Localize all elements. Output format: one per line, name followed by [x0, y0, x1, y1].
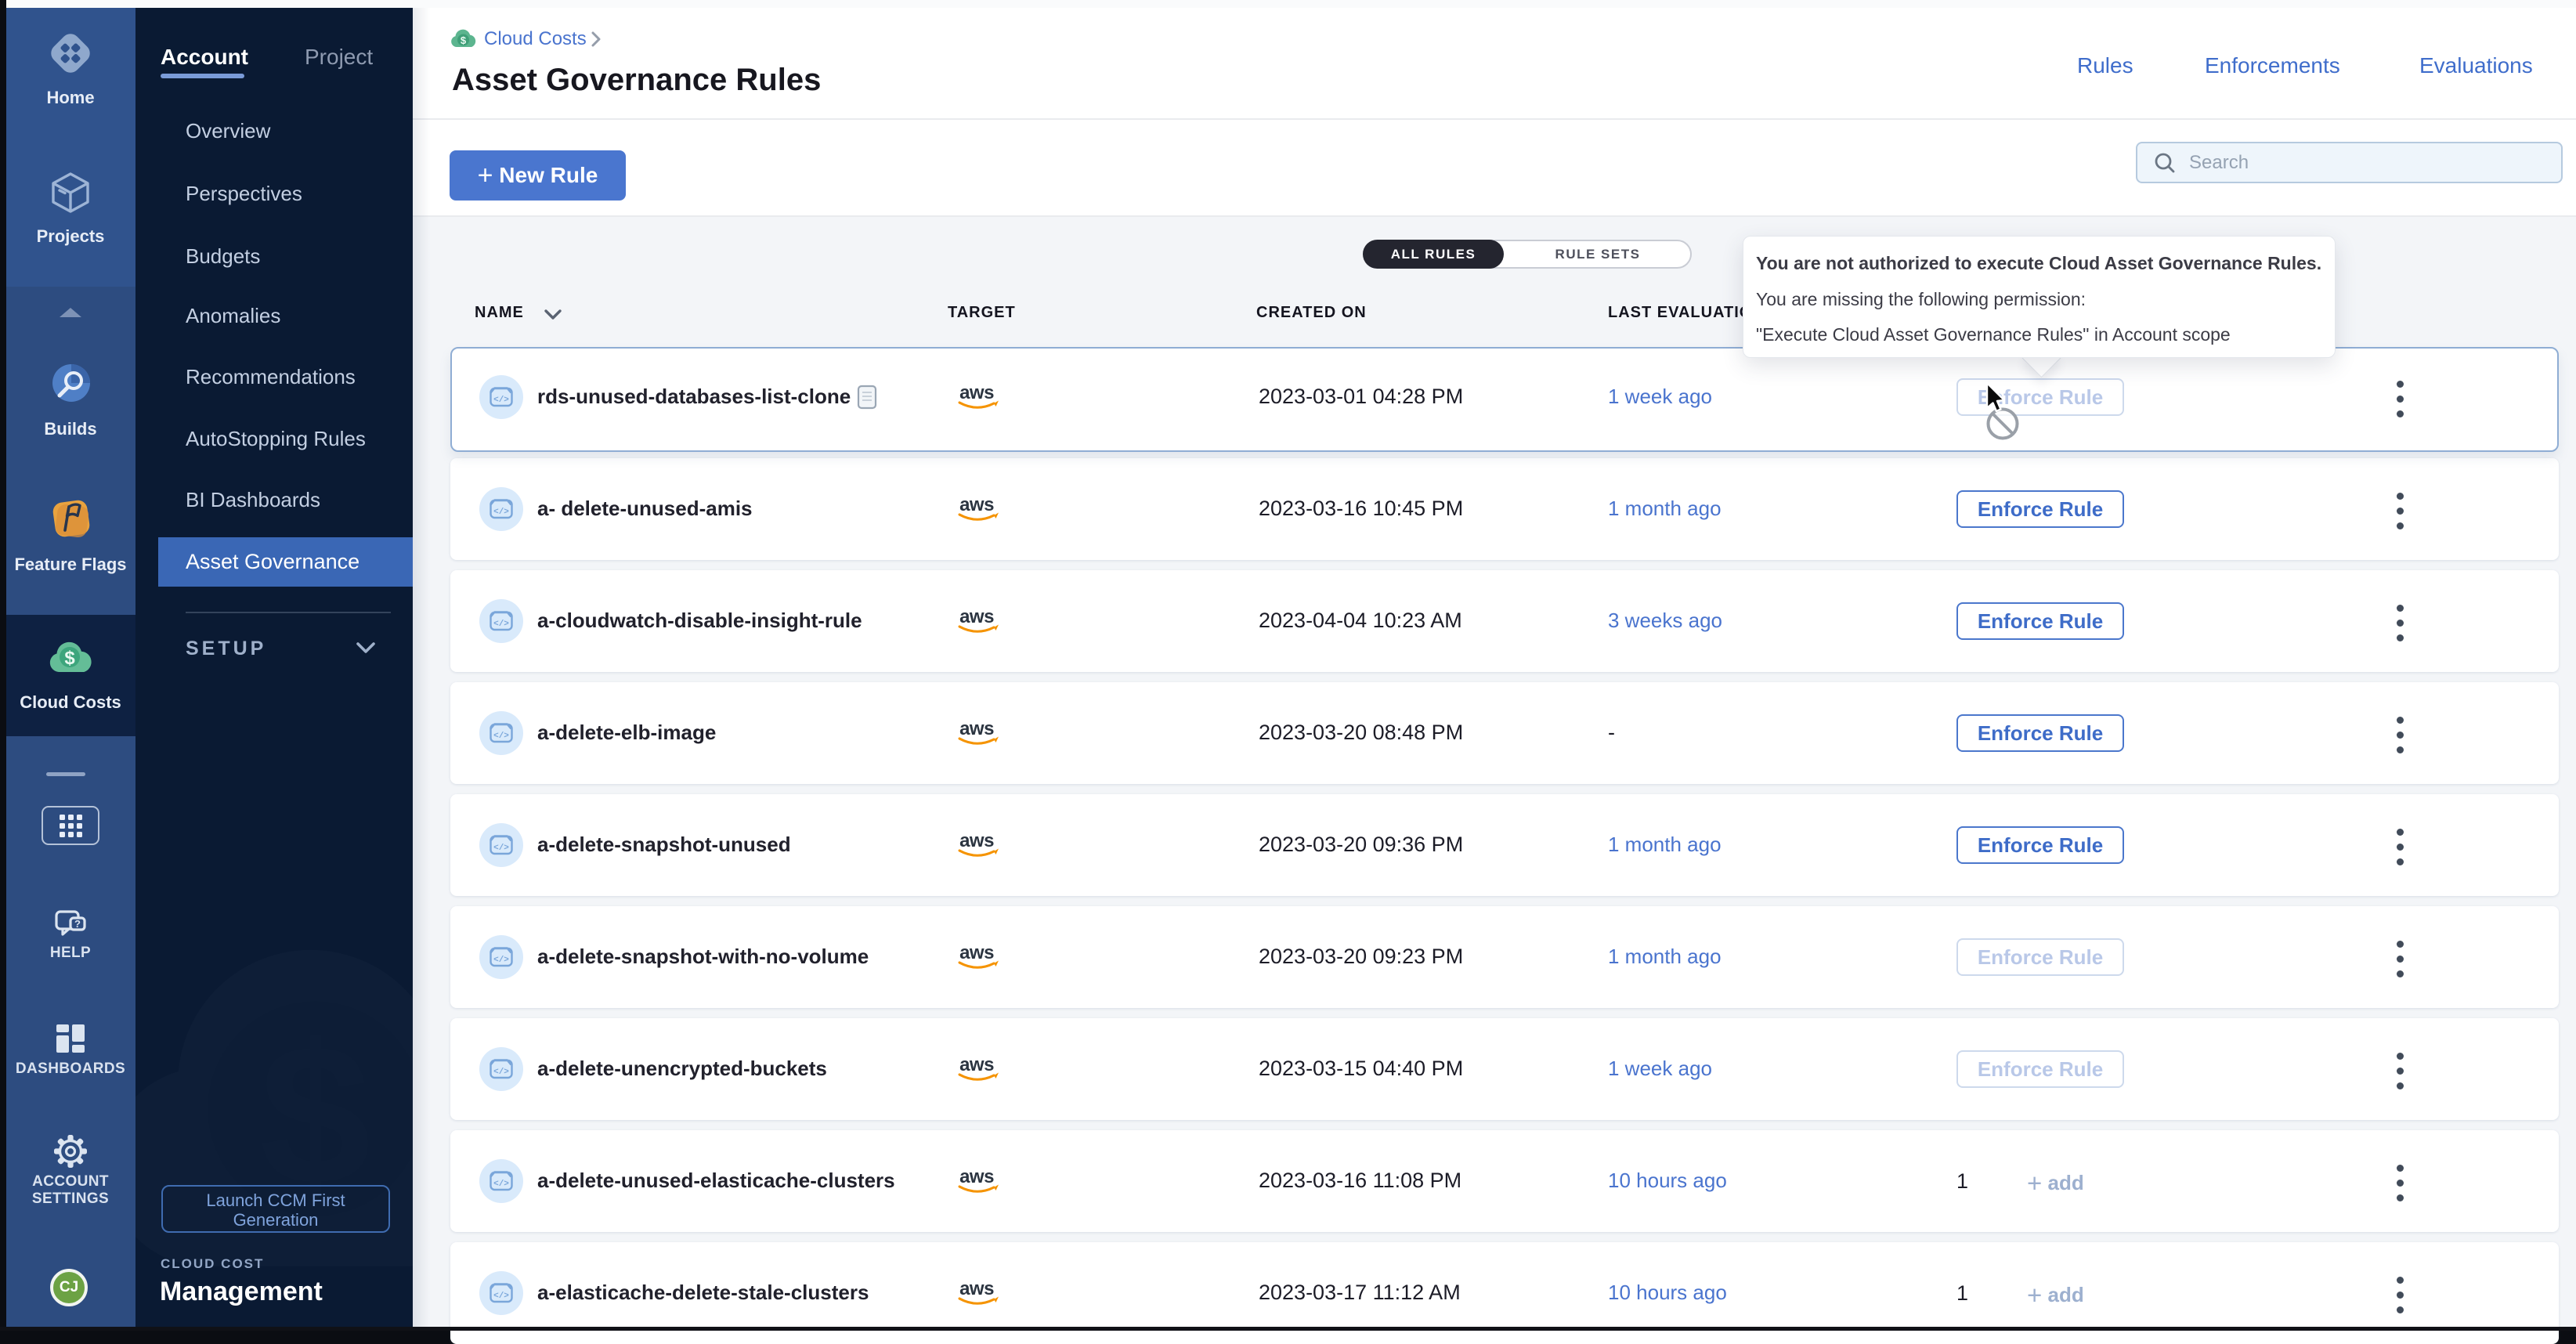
svg-text:aws: aws [959, 1278, 994, 1299]
svg-text:aws: aws [959, 718, 994, 739]
svg-text:</>: </> [493, 1180, 509, 1189]
svg-text:aws: aws [959, 942, 994, 963]
svg-text:</>: </> [493, 1068, 509, 1077]
svg-text:aws: aws [959, 606, 994, 627]
svg-text:aws: aws [959, 830, 994, 851]
svg-text:</>: </> [493, 396, 509, 405]
svg-text:</>: </> [493, 956, 509, 965]
svg-text:?: ? [74, 918, 81, 930]
svg-text:$: $ [461, 34, 467, 46]
svg-text:aws: aws [959, 1054, 994, 1075]
svg-text:aws: aws [959, 1166, 994, 1187]
svg-text:aws: aws [959, 382, 994, 403]
svg-text:</>: </> [493, 732, 509, 741]
svg-text:$: $ [64, 648, 75, 669]
svg-text:</>: </> [493, 844, 509, 853]
svg-text:</>: </> [493, 1292, 509, 1301]
svg-text:</>: </> [493, 620, 509, 629]
svg-text:</>: </> [493, 508, 509, 517]
svg-text:aws: aws [959, 494, 994, 515]
